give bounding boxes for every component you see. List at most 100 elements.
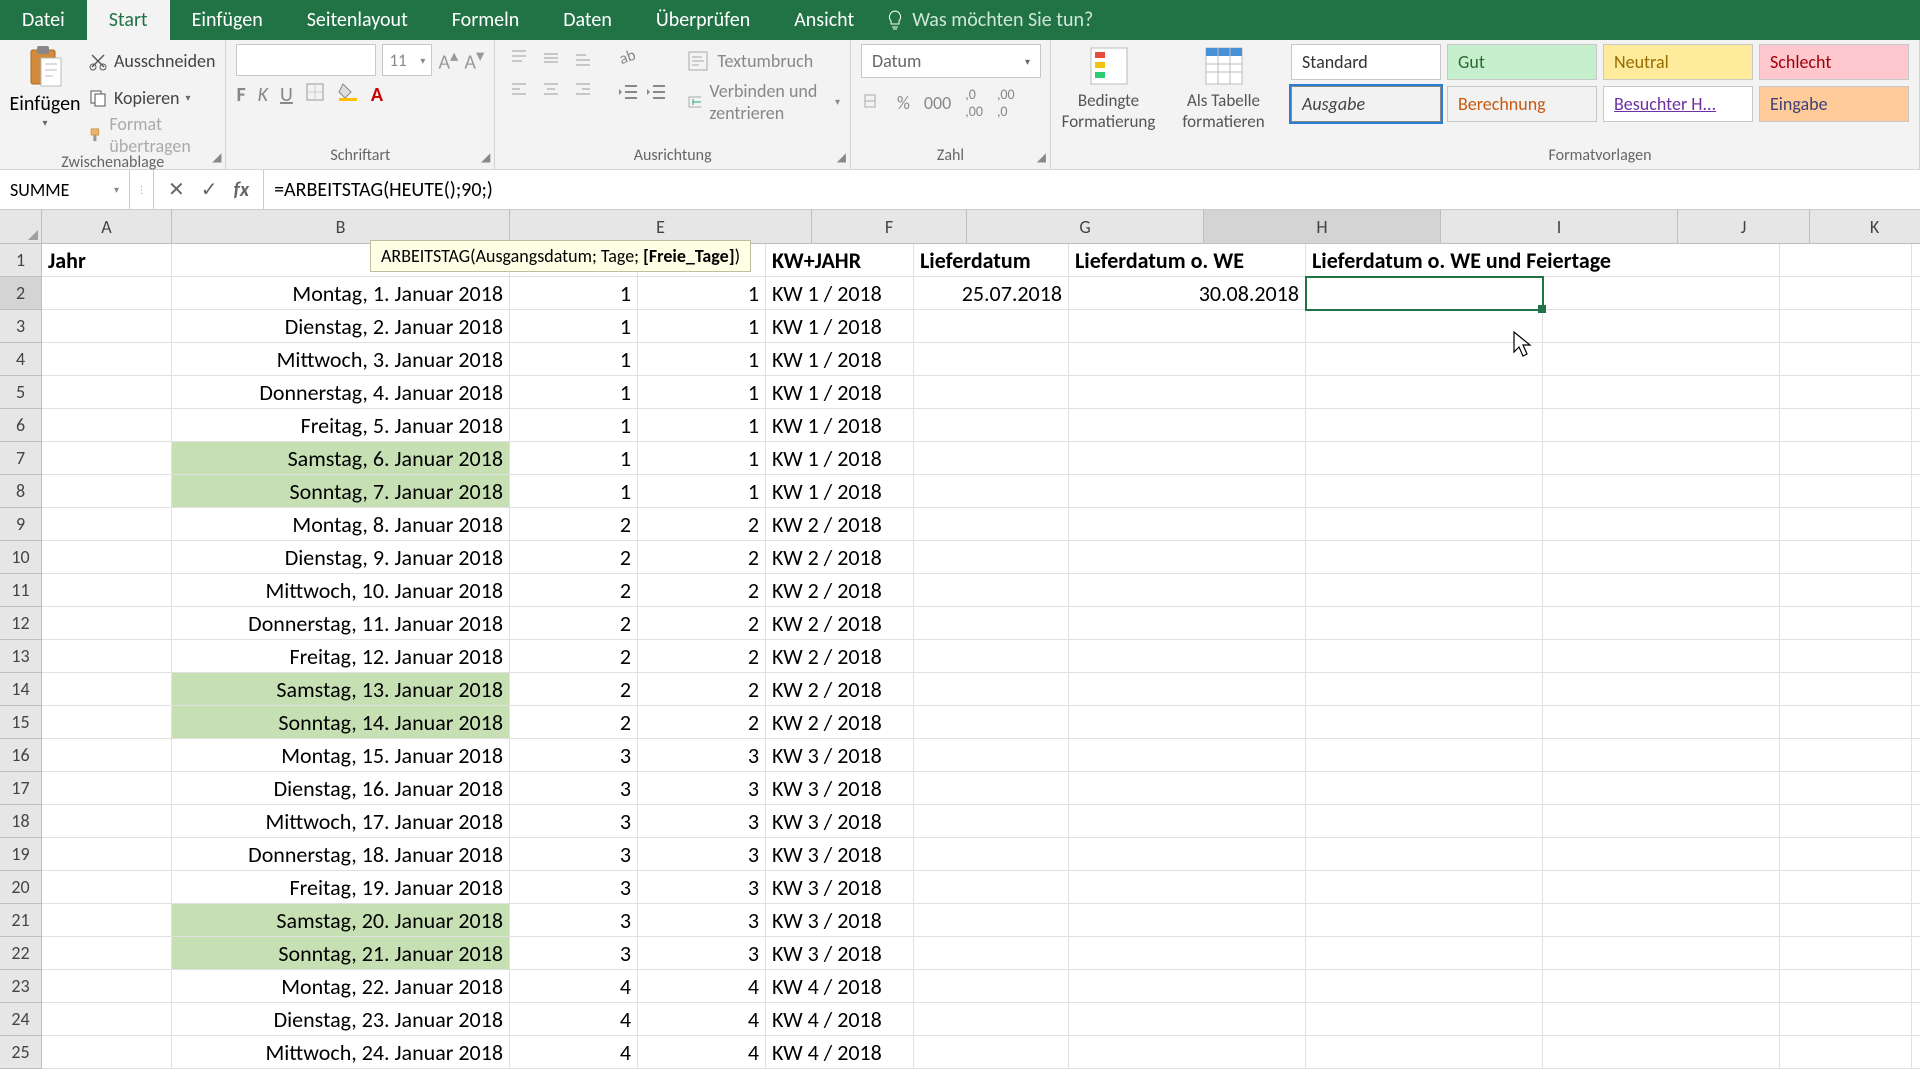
cell[interactable]: 2 [638, 706, 766, 739]
cell[interactable] [1780, 541, 1912, 574]
menu-tab-datei[interactable]: Datei [0, 0, 87, 40]
cell[interactable] [42, 310, 172, 343]
cell[interactable]: KW 1 / 2018 [766, 376, 914, 409]
row-header[interactable]: 7 [0, 442, 42, 475]
cell[interactable]: 4 [638, 1036, 766, 1069]
cell[interactable] [1306, 310, 1543, 343]
cell[interactable]: KW 3 / 2018 [766, 739, 914, 772]
align-left-icon[interactable] [505, 76, 533, 104]
cell[interactable] [1543, 640, 1780, 673]
style-schlecht[interactable]: Schlecht [1759, 44, 1909, 80]
cell[interactable]: Sonntag, 21. Januar 2018 [172, 937, 510, 970]
align-right-icon[interactable] [569, 76, 597, 104]
cell[interactable] [1780, 376, 1912, 409]
cell[interactable] [42, 376, 172, 409]
cell[interactable] [1306, 739, 1543, 772]
cell[interactable]: 3 [638, 805, 766, 838]
cell[interactable]: KW 2 / 2018 [766, 508, 914, 541]
cell[interactable] [1912, 508, 1920, 541]
cell[interactable]: 3 [510, 937, 638, 970]
cell[interactable]: KW 3 / 2018 [766, 871, 914, 904]
cell[interactable] [1306, 442, 1543, 475]
cell[interactable] [1069, 904, 1306, 937]
increase-decimal-icon[interactable]: ,0,00 [965, 86, 983, 120]
increase-font-icon[interactable]: A▴ [438, 46, 458, 75]
cell[interactable] [1306, 343, 1543, 376]
cell[interactable]: 2 [638, 607, 766, 640]
cell[interactable] [42, 673, 172, 706]
cell[interactable]: 2 [638, 541, 766, 574]
cell[interactable]: 4 [510, 1036, 638, 1069]
cell[interactable] [914, 442, 1069, 475]
cell[interactable] [914, 310, 1069, 343]
cell[interactable] [1069, 673, 1306, 706]
cell[interactable] [1543, 343, 1780, 376]
cell[interactable] [1306, 475, 1543, 508]
cell[interactable]: KW 1 / 2018 [766, 475, 914, 508]
cell[interactable]: 4 [638, 970, 766, 1003]
align-top-icon[interactable] [505, 44, 533, 72]
cell[interactable]: KW+JAHR [766, 244, 914, 277]
enter-formula-icon[interactable]: ✓ [201, 177, 218, 202]
cell[interactable] [1306, 640, 1543, 673]
cell[interactable] [42, 475, 172, 508]
row-header[interactable]: 22 [0, 937, 42, 970]
cell[interactable] [1543, 442, 1780, 475]
cell[interactable] [1543, 409, 1780, 442]
format-as-table-button[interactable]: Als Tabelleformatieren [1176, 44, 1271, 132]
cell[interactable]: 1 [638, 277, 766, 310]
cell[interactable] [1912, 673, 1920, 706]
cell[interactable] [1306, 409, 1543, 442]
row-header[interactable]: 9 [0, 508, 42, 541]
cell[interactable] [1069, 541, 1306, 574]
cell[interactable]: Mittwoch, 24. Januar 2018 [172, 1036, 510, 1069]
cell[interactable] [1912, 244, 1920, 277]
decrease-indent-icon[interactable] [617, 82, 639, 108]
orientation-button[interactable]: ab [617, 44, 667, 74]
cell[interactable] [1543, 739, 1780, 772]
fill-color-button[interactable] [337, 82, 359, 108]
cell[interactable] [42, 409, 172, 442]
cell[interactable] [1780, 640, 1912, 673]
row-header[interactable]: 14 [0, 673, 42, 706]
menu-tab-einfügen[interactable]: Einfügen [170, 0, 285, 40]
cell[interactable] [1069, 475, 1306, 508]
cell[interactable] [1780, 277, 1912, 310]
cell[interactable]: Lieferdatum [914, 244, 1069, 277]
cell[interactable] [42, 1036, 172, 1069]
cell[interactable]: KW 3 / 2018 [766, 838, 914, 871]
cell[interactable] [42, 442, 172, 475]
cell[interactable]: KW 1 / 2018 [766, 310, 914, 343]
cell[interactable] [1912, 310, 1920, 343]
cell[interactable] [1306, 970, 1543, 1003]
cell[interactable]: 1 [510, 442, 638, 475]
wrap-text-button[interactable]: Textumbruch [687, 44, 840, 77]
cell[interactable]: Dienstag, 16. Januar 2018 [172, 772, 510, 805]
cell[interactable] [1069, 739, 1306, 772]
cell[interactable]: 1 [510, 310, 638, 343]
cell[interactable]: Jahr [42, 244, 172, 277]
cell[interactable] [1912, 706, 1920, 739]
cell[interactable] [1306, 607, 1543, 640]
cell[interactable]: 1 [510, 277, 638, 310]
cell[interactable]: KW 2 / 2018 [766, 640, 914, 673]
cell[interactable] [1306, 508, 1543, 541]
cell[interactable]: 1 [510, 475, 638, 508]
menu-tab-daten[interactable]: Daten [541, 0, 634, 40]
cell[interactable] [1780, 772, 1912, 805]
cell[interactable] [42, 706, 172, 739]
cell[interactable] [1543, 937, 1780, 970]
row-header[interactable]: 3 [0, 310, 42, 343]
cell[interactable] [1912, 805, 1920, 838]
cell[interactable] [1780, 871, 1912, 904]
dialog-launcher-icon[interactable]: ◢ [481, 150, 490, 165]
cell[interactable]: KW 1 / 2018 [766, 442, 914, 475]
cell[interactable] [1543, 838, 1780, 871]
cell[interactable] [42, 1003, 172, 1036]
column-header[interactable]: A [42, 210, 172, 244]
cell[interactable]: STAG(HEUTE();90;) [1306, 277, 1543, 310]
cell[interactable] [1069, 805, 1306, 838]
cell[interactable] [1306, 541, 1543, 574]
cell[interactable] [1780, 409, 1912, 442]
style-berechnung[interactable]: Berechnung [1447, 86, 1597, 122]
